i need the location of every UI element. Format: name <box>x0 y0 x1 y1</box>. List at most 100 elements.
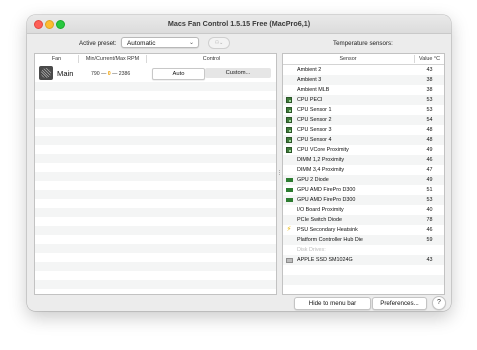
sensor-name: CPU VCore Proximity <box>297 147 349 153</box>
rpm-column-header[interactable]: Min/Current/Max RPM <box>79 56 146 62</box>
fan-rpm-min: 790 <box>91 71 100 77</box>
sensor-row[interactable]: Ambient 3 38 <box>283 75 444 85</box>
cpu-chip-icon <box>286 137 292 143</box>
fan-table: Fan Min/Current/Max RPM Control Main 790… <box>34 53 277 295</box>
sensor-name: DIMM 3,4 Proximity <box>297 167 345 173</box>
sensor-row[interactable]: Ambient 2 43 <box>283 65 444 75</box>
window-title: Macs Fan Control 1.5.15 Free (MacPro6,1) <box>167 19 311 28</box>
sensor-name: CPU PECI <box>297 97 323 103</box>
fan-rpm-current: 0 <box>107 71 111 77</box>
fan-rpm: 790 — 0 — 2386 <box>91 71 131 77</box>
sensor-column-header[interactable]: Sensor <box>283 56 413 62</box>
sensor-name: Ambient MLB <box>297 87 330 93</box>
preset-options-button[interactable]: ⚇⌄ <box>208 37 230 49</box>
empty-row <box>35 136 276 145</box>
fan-rpm-max: 2386 <box>118 71 131 77</box>
sensor-name: CPU Sensor 4 <box>297 137 332 143</box>
disk-drive-icon <box>286 257 293 263</box>
sensor-name: CPU Sensor 3 <box>297 127 332 133</box>
sensor-value: 43 <box>426 257 433 263</box>
sensor-row[interactable]: GPU AMD FirePro D300 51 <box>283 185 444 195</box>
cpu-chip-icon <box>286 97 292 103</box>
empty-row <box>283 285 444 294</box>
sensor-value: 46 <box>426 227 433 233</box>
sensor-row[interactable]: CPU PECI 53 <box>283 95 444 105</box>
empty-row <box>35 82 276 91</box>
sensor-value: 43 <box>426 67 433 73</box>
empty-row <box>35 262 276 271</box>
sensor-name: DIMM 1,2 Proximity <box>297 157 345 163</box>
sensor-row[interactable]: I/O Board Proximity 40 <box>283 205 444 215</box>
sensor-name: Ambient 3 <box>297 77 322 83</box>
sensor-row[interactable]: GPU 2 Diode 49 <box>283 175 444 185</box>
hide-to-menu-bar-button[interactable]: Hide to menu bar <box>294 297 371 310</box>
sensor-value: 59 <box>426 237 433 243</box>
empty-row <box>35 100 276 109</box>
fan-auto-button[interactable]: Auto <box>152 68 205 80</box>
empty-row <box>35 118 276 127</box>
preferences-button[interactable]: Preferences... <box>372 297 427 310</box>
sensor-name: GPU 2 Diode <box>297 177 329 183</box>
empty-row <box>35 154 276 163</box>
empty-row <box>35 226 276 235</box>
sensor-name: Ambient 2 <box>297 67 322 73</box>
fan-icon <box>39 66 53 80</box>
split-view-divider[interactable] <box>278 169 281 179</box>
sensor-name: PSU Secondary Heatsink <box>297 227 358 233</box>
empty-row <box>283 265 444 275</box>
sensor-value: 38 <box>426 87 433 93</box>
cpu-chip-icon <box>286 147 292 153</box>
empty-row <box>35 172 276 181</box>
sensor-name: PCIe Switch Diode <box>297 217 342 223</box>
fan-custom-button[interactable]: Custom... <box>205 68 271 78</box>
app-window: Macs Fan Control 1.5.15 Free (MacPro6,1)… <box>27 15 451 311</box>
sensor-row[interactable]: Ambient MLB 38 <box>283 85 444 95</box>
sensor-value: 54 <box>426 117 433 123</box>
chevron-down-icon: ⌄ <box>188 40 194 46</box>
sensor-value: 78 <box>426 217 433 223</box>
help-button[interactable]: ? <box>432 296 446 310</box>
sensor-row[interactable]: Platform Controller Hub Die 59 <box>283 235 444 245</box>
empty-row <box>35 190 276 199</box>
sensor-value: 53 <box>426 197 433 203</box>
sensor-name: Platform Controller Hub Die <box>297 237 363 243</box>
sensor-value: 51 <box>426 187 433 193</box>
sensor-name: APPLE SSD SM1024G <box>297 257 353 263</box>
control-column-header[interactable]: Control <box>147 56 276 62</box>
active-preset-value: Automatic <box>127 40 156 47</box>
sensor-value: 48 <box>426 127 433 133</box>
sensor-row[interactable]: CPU Sensor 2 54 <box>283 115 444 125</box>
sensor-row[interactable]: DIMM 1,2 Proximity 46 <box>283 155 444 165</box>
sensor-row[interactable]: Disk Drives: <box>283 245 444 255</box>
empty-row <box>35 208 276 217</box>
gpu-card-icon <box>286 188 293 192</box>
sensor-row[interactable]: APPLE SSD SM1024G 43 <box>283 255 444 265</box>
gpu-card-icon <box>286 178 293 182</box>
empty-row <box>283 275 444 285</box>
active-preset-select[interactable]: Automatic ⌄ <box>121 37 199 48</box>
sensor-table: Sensor Value °C Ambient 2 43 Ambient 3 38 Am… <box>282 53 445 295</box>
fan-row-main[interactable]: Main 790 — 0 — 2386 Auto Custom... <box>35 64 276 82</box>
sensor-table-header: Sensor Value °C <box>283 54 444 65</box>
empty-row <box>35 244 276 253</box>
title-bar: Macs Fan Control 1.5.15 Free (MacPro6,1) <box>27 15 451 34</box>
sensor-row[interactable]: GPU AMD FirePro D300 53 <box>283 195 444 205</box>
sensor-value: 46 <box>426 157 433 163</box>
sensor-row[interactable]: PCIe Switch Diode 78 <box>283 215 444 225</box>
sensor-row[interactable]: CPU Sensor 3 48 <box>283 125 444 135</box>
gpu-card-icon <box>286 198 293 202</box>
sensor-row[interactable]: CPU Sensor 1 53 <box>283 105 444 115</box>
sensor-row[interactable]: DIMM 3,4 Proximity 47 <box>283 165 444 175</box>
value-column-header[interactable]: Value °C <box>415 56 444 62</box>
sensor-name: CPU Sensor 2 <box>297 117 332 123</box>
sensor-name: Disk Drives: <box>297 247 326 253</box>
sensor-row[interactable]: ⚡ PSU Secondary Heatsink 46 <box>283 225 444 235</box>
sensor-name: I/O Board Proximity <box>297 207 344 213</box>
sensor-row[interactable]: CPU Sensor 4 48 <box>283 135 444 145</box>
fan-column-header[interactable]: Fan <box>35 56 78 62</box>
fan-name: Main <box>57 69 74 78</box>
sensor-row[interactable]: CPU VCore Proximity 49 <box>283 145 444 155</box>
sensor-value: 38 <box>426 77 433 83</box>
cpu-chip-icon <box>286 117 292 123</box>
cpu-chip-icon <box>286 107 292 113</box>
